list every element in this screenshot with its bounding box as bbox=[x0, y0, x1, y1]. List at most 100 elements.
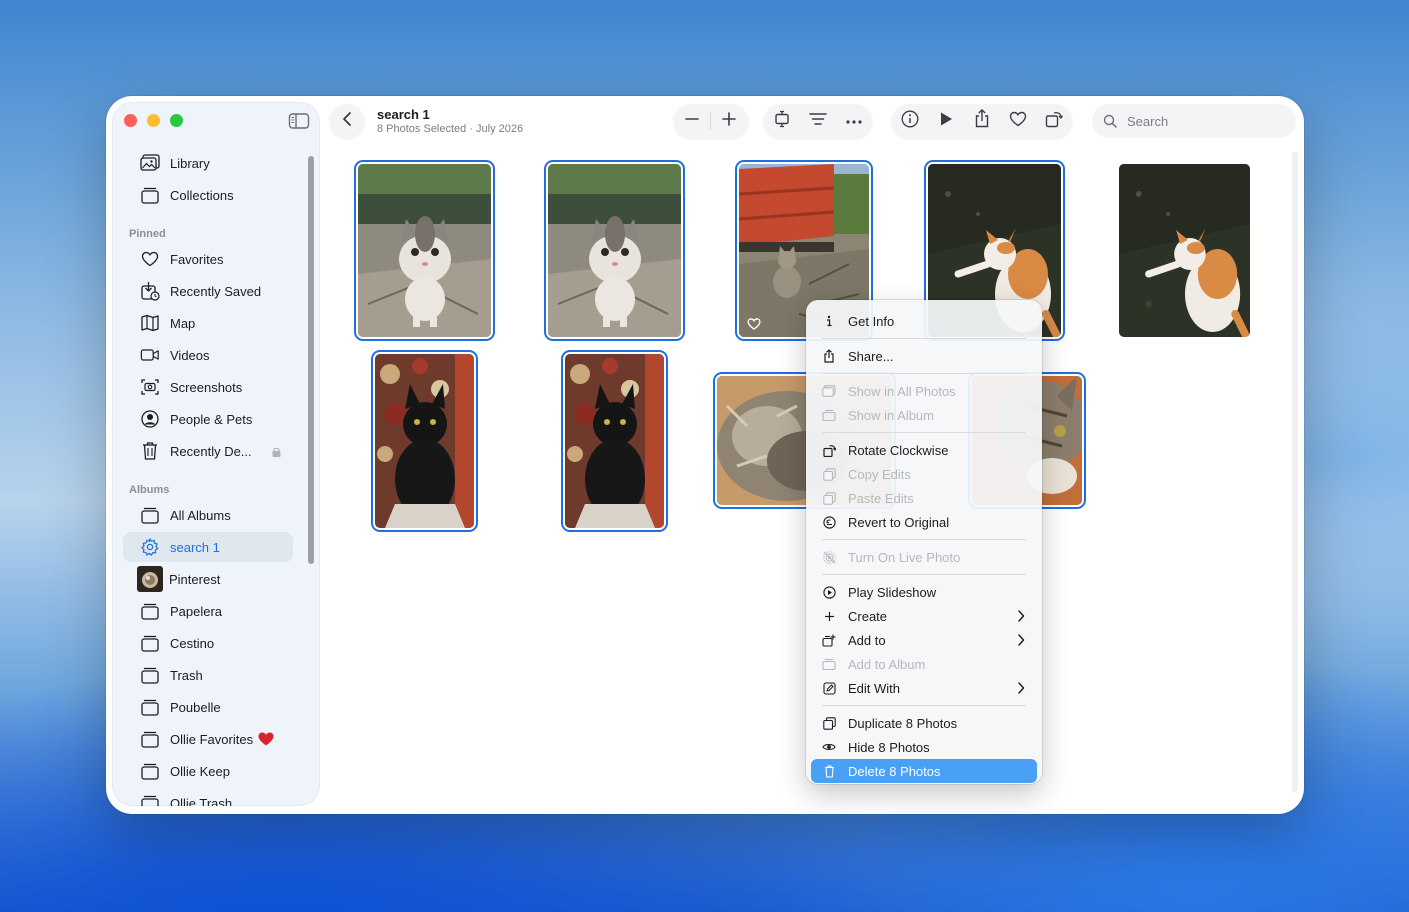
sidebar-item-label: Pinterest bbox=[169, 571, 221, 587]
menu-item-show-in-album[interactable]: Show in Album bbox=[811, 403, 1037, 427]
person-icon bbox=[140, 409, 160, 429]
sidebar-toggle-icon[interactable] bbox=[288, 112, 310, 130]
menu-item-label: Rotate Clockwise bbox=[848, 442, 949, 458]
sidebar-item-recently-deleted[interactable]: Recently De... bbox=[123, 436, 293, 466]
photos-icon bbox=[822, 384, 836, 398]
heart-emoji-icon bbox=[258, 732, 274, 746]
action-controls bbox=[892, 104, 1072, 138]
zoom-out-button[interactable] bbox=[674, 104, 710, 138]
album-icon bbox=[140, 793, 160, 806]
minimize-window-button[interactable] bbox=[147, 114, 160, 127]
menu-item-turn-on-live-photo[interactable]: Turn On Live Photo bbox=[811, 545, 1037, 569]
menu-item-share[interactable]: Share... bbox=[811, 344, 1037, 368]
search-field[interactable] bbox=[1092, 104, 1296, 138]
menu-item-duplicate[interactable]: Duplicate 8 Photos bbox=[811, 711, 1037, 735]
menu-item-delete[interactable]: Delete 8 Photos bbox=[811, 759, 1037, 783]
sidebar-item-recently-saved[interactable]: Recently Saved bbox=[123, 276, 293, 306]
photo-thumbnail[interactable] bbox=[548, 164, 681, 337]
sidebar-item-ollie-keep[interactable]: Ollie Keep bbox=[123, 756, 293, 786]
sidebar-item-screenshots[interactable]: Screenshots bbox=[123, 372, 293, 402]
sidebar-item-poubelle[interactable]: Poubelle bbox=[123, 692, 293, 722]
sidebar-item-people-pets[interactable]: People & Pets bbox=[123, 404, 293, 434]
sidebar-item-videos[interactable]: Videos bbox=[123, 340, 293, 370]
eye-icon bbox=[822, 740, 836, 754]
rotate-button[interactable] bbox=[1036, 104, 1072, 138]
map-icon bbox=[140, 313, 160, 333]
duplicate-icon bbox=[822, 716, 836, 730]
filter-button[interactable] bbox=[800, 104, 836, 138]
menu-item-label: Paste Edits bbox=[848, 490, 914, 506]
photo-thumbnail[interactable] bbox=[565, 354, 664, 528]
aspect-ratio-button[interactable] bbox=[764, 104, 800, 138]
sidebar-item-pinterest[interactable]: Pinterest bbox=[123, 564, 293, 594]
sidebar-item-cestino[interactable]: Cestino bbox=[123, 628, 293, 658]
sidebar-item-collections[interactable]: Collections bbox=[123, 180, 293, 210]
share-button[interactable] bbox=[964, 104, 1000, 138]
sidebar-scrollbar[interactable] bbox=[308, 156, 314, 564]
menu-item-create[interactable]: Create bbox=[811, 604, 1037, 628]
sidebar-item-ollie-trash[interactable]: Ollie Trash bbox=[123, 788, 293, 806]
menu-item-paste-edits[interactable]: Paste Edits bbox=[811, 486, 1037, 510]
menu-item-get-info[interactable]: Get Info bbox=[811, 309, 1037, 333]
album-icon bbox=[140, 633, 160, 653]
menu-separator bbox=[822, 373, 1026, 374]
sidebar-item-label: Library bbox=[170, 155, 210, 171]
menu-item-add-to[interactable]: Add to bbox=[811, 628, 1037, 652]
menu-item-label: Add to Album bbox=[848, 656, 926, 672]
pinned-header: Pinned bbox=[129, 228, 166, 240]
sidebar-item-label: Favorites bbox=[170, 251, 224, 267]
menu-separator bbox=[822, 705, 1026, 706]
back-button[interactable] bbox=[330, 104, 364, 138]
sidebar-item-label: People & Pets bbox=[170, 411, 253, 427]
page-title: search 1 bbox=[377, 107, 430, 122]
sidebar-item-map[interactable]: Map bbox=[123, 308, 293, 338]
main-scrollbar[interactable] bbox=[1292, 152, 1298, 792]
favorite-button[interactable] bbox=[1000, 104, 1036, 138]
photos-window: Library Collections Pinned Favorites Rec… bbox=[106, 96, 1304, 814]
close-window-button[interactable] bbox=[124, 114, 137, 127]
menu-item-show-in-all-photos[interactable]: Show in All Photos bbox=[811, 379, 1037, 403]
sidebar-item-search-1[interactable]: search 1 bbox=[123, 532, 293, 562]
chevron-right-icon bbox=[1017, 633, 1025, 647]
zoom-in-button[interactable] bbox=[711, 104, 747, 138]
view-controls bbox=[764, 104, 872, 138]
more-button[interactable] bbox=[836, 104, 872, 138]
sidebar-item-papelera[interactable]: Papelera bbox=[123, 596, 293, 626]
heart-icon bbox=[140, 249, 160, 269]
menu-item-label: Play Slideshow bbox=[848, 584, 937, 600]
menu-item-add-to-album[interactable]: Add to Album bbox=[811, 652, 1037, 676]
menu-item-play-slideshow[interactable]: Play Slideshow bbox=[811, 580, 1037, 604]
menu-item-hide[interactable]: Hide 8 Photos bbox=[811, 735, 1037, 759]
filter-icon bbox=[809, 112, 827, 131]
album-icon bbox=[822, 408, 836, 422]
info-button[interactable] bbox=[892, 104, 928, 138]
sidebar-item-label: Recently Saved bbox=[170, 283, 262, 299]
photo-thumbnail[interactable] bbox=[358, 164, 491, 337]
info-icon bbox=[901, 110, 919, 133]
share-icon bbox=[974, 109, 990, 133]
sidebar-item-trash[interactable]: Trash bbox=[123, 660, 293, 690]
sidebar-item-label: Ollie Trash bbox=[170, 795, 233, 807]
menu-item-label: Revert to Original bbox=[848, 514, 950, 530]
menu-item-rotate-clockwise[interactable]: Rotate Clockwise bbox=[811, 438, 1037, 462]
aspect-icon bbox=[773, 110, 791, 133]
sidebar-item-ollie-favorites[interactable]: Ollie Favorites bbox=[123, 724, 293, 754]
zoom-window-button[interactable] bbox=[170, 114, 183, 127]
photo-thumbnail[interactable] bbox=[1119, 164, 1250, 337]
photo-thumbnail[interactable] bbox=[375, 354, 474, 528]
album-icon bbox=[140, 601, 160, 621]
smart-album-gear-icon bbox=[140, 537, 160, 557]
sidebar-item-label: Collections bbox=[170, 187, 234, 203]
search-input[interactable] bbox=[1125, 112, 1289, 130]
sidebar-item-label: All Albums bbox=[170, 507, 231, 523]
sidebar-item-favorites[interactable]: Favorites bbox=[123, 244, 293, 274]
revert-icon bbox=[822, 515, 836, 529]
play-button[interactable] bbox=[928, 104, 964, 138]
menu-item-copy-edits[interactable]: Copy Edits bbox=[811, 462, 1037, 486]
zoom-out-icon bbox=[685, 112, 699, 131]
sidebar-item-all-albums[interactable]: All Albums bbox=[123, 500, 293, 530]
menu-item-revert-to-original[interactable]: Revert to Original bbox=[811, 510, 1037, 534]
menu-item-edit-with[interactable]: Edit With bbox=[811, 676, 1037, 700]
sidebar-item-library[interactable]: Library bbox=[123, 148, 293, 178]
album-icon bbox=[140, 729, 160, 749]
